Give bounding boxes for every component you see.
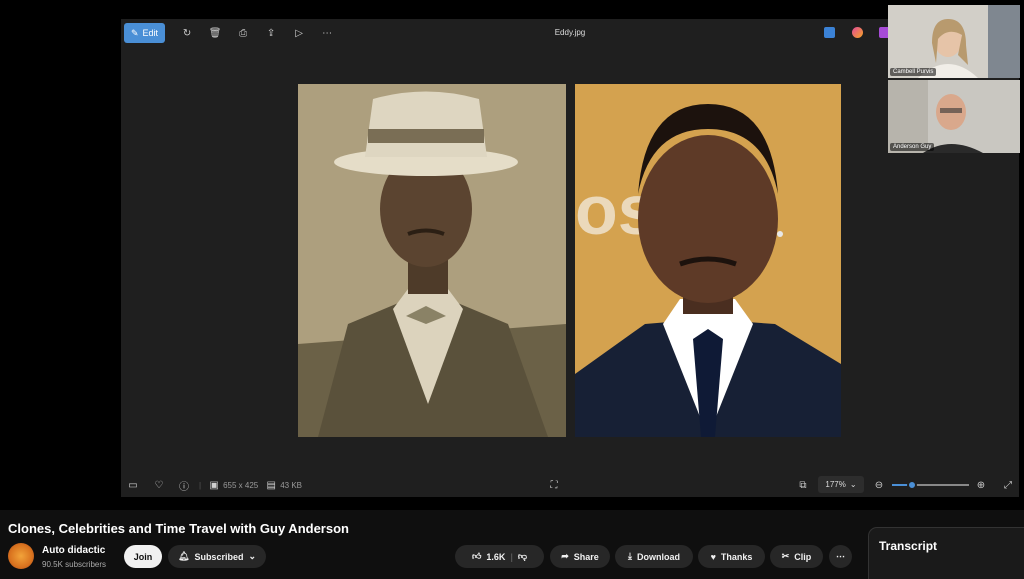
zoom-slider-knob[interactable] [907,480,918,490]
share-arrow-icon: ➦ [561,551,569,561]
participant-name: Cambell Purvis [890,68,937,76]
chevron-down-icon: ⌄ [849,480,857,489]
filmstrip-icon[interactable]: ▭ [126,480,140,491]
dimensions-icon: ▣ [209,479,219,491]
copilot-icon[interactable] [852,27,863,38]
like-dislike-group: 👍︎ 1.6K | 👎︎ [455,545,544,568]
subscribed-label: Subscribed [194,551,244,562]
video-player[interactable]: ✎ Edit ↻ 🗑 ⎙ ⇪ ▷ ⋯ Eddy.jpg os ▭ ♡ ⓘ | ▣… [0,0,1024,510]
viewer-status-bar: ▭ ♡ ⓘ | ▣ 655 x 425 ▤ 43 KB ⛶ ⧉ 177% ⌄ ⊖… [121,473,1019,497]
join-label: Join [133,551,153,562]
info-icon[interactable]: ⓘ [177,478,191,493]
join-button[interactable]: Join [124,545,162,568]
like-count[interactable]: 1.6K [486,552,505,562]
subscriber-count: 90.5K subscribers [42,560,107,569]
bell-icon: 🔔︎ [178,551,190,561]
favorite-icon[interactable]: ♡ [152,480,166,491]
clip-label: Clip [794,551,812,562]
thumbs-down-icon[interactable]: 👎︎ [518,551,527,562]
transcript-panel: Transcript [868,527,1024,579]
file-size-icon: ▤ [266,479,276,491]
zoom-select[interactable]: 177% ⌄ [818,476,864,493]
clip-button[interactable]: ✂ Clip [770,545,823,568]
zoom-value: 177% [825,480,846,489]
participant-tile: Cambell Purvis [888,5,1020,78]
video-title: Clones, Celebrities and Time Travel with… [8,521,349,536]
participant-tile: Anderson Guy [888,80,1020,153]
fullscreen-icon[interactable]: ⤢ [1001,480,1015,491]
zoom-slider[interactable] [892,480,969,490]
scissors-icon: ✂ [781,551,790,561]
fit-screen-icon[interactable]: ⧉ [796,480,810,491]
crop-icon[interactable]: ⛶ [547,480,561,491]
image-dimensions: 655 x 425 [223,480,259,490]
file-size: 43 KB [280,480,303,490]
zoom-in-icon[interactable]: ⊕ [974,480,988,491]
divider: | [510,551,513,562]
zoom-out-icon[interactable]: ⊖ [872,480,886,491]
photo-viewer-window: ✎ Edit ↻ 🗑 ⎙ ⇪ ▷ ⋯ Eddy.jpg os ▭ ♡ ⓘ | ▣… [121,19,1019,497]
chevron-down-icon: ⌄ [248,551,256,561]
thanks-label: Thanks [720,551,753,562]
transcript-title: Transcript [879,539,938,553]
thanks-button[interactable]: ♥ Thanks [698,545,765,568]
divider: | [199,480,202,490]
subscribed-button[interactable]: 🔔︎ Subscribed ⌄ [168,545,266,568]
thanks-icon: ♥ [710,551,716,562]
designer-icon[interactable] [824,27,835,38]
channel-name[interactable]: Auto didactic [42,545,105,556]
share-button[interactable]: ➦ Share [550,545,610,568]
download-icon: ⤓ [628,551,632,561]
vintage-portrait-photo [298,84,566,437]
channel-avatar[interactable] [8,543,34,569]
share-label: Share [573,551,599,562]
more-actions-button[interactable]: ⋯ [829,545,852,568]
more-icon: ⋯ [836,551,845,561]
thumbs-up-icon[interactable]: 👍︎ [472,551,481,562]
download-label: Download [636,551,680,562]
modern-portrait-photo: os [575,84,841,437]
download-button[interactable]: ⤓ Download [615,545,693,568]
participant-name: Anderson Guy [890,143,935,151]
